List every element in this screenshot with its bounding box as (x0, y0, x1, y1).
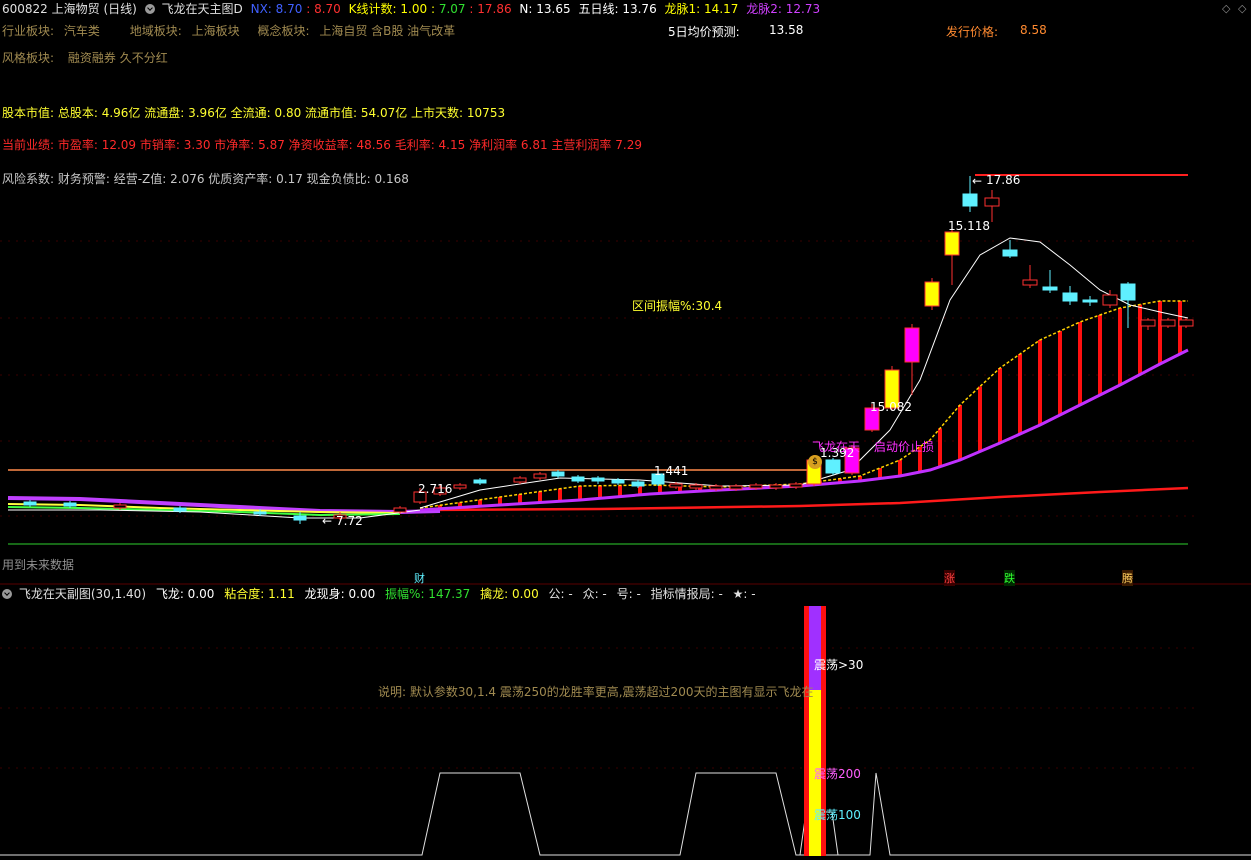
sub-chart[interactable] (0, 0, 1251, 860)
zhendang-100-label: 震荡100 (814, 808, 861, 822)
sub-description: 说明: 默认参数30,1.4 震荡250的龙胜率更高,震荡超过200天的主图有显… (378, 685, 814, 699)
zhendang-200-label: 震荡200 (814, 767, 861, 781)
zhendang-30-label: 震荡>30 (814, 658, 864, 672)
